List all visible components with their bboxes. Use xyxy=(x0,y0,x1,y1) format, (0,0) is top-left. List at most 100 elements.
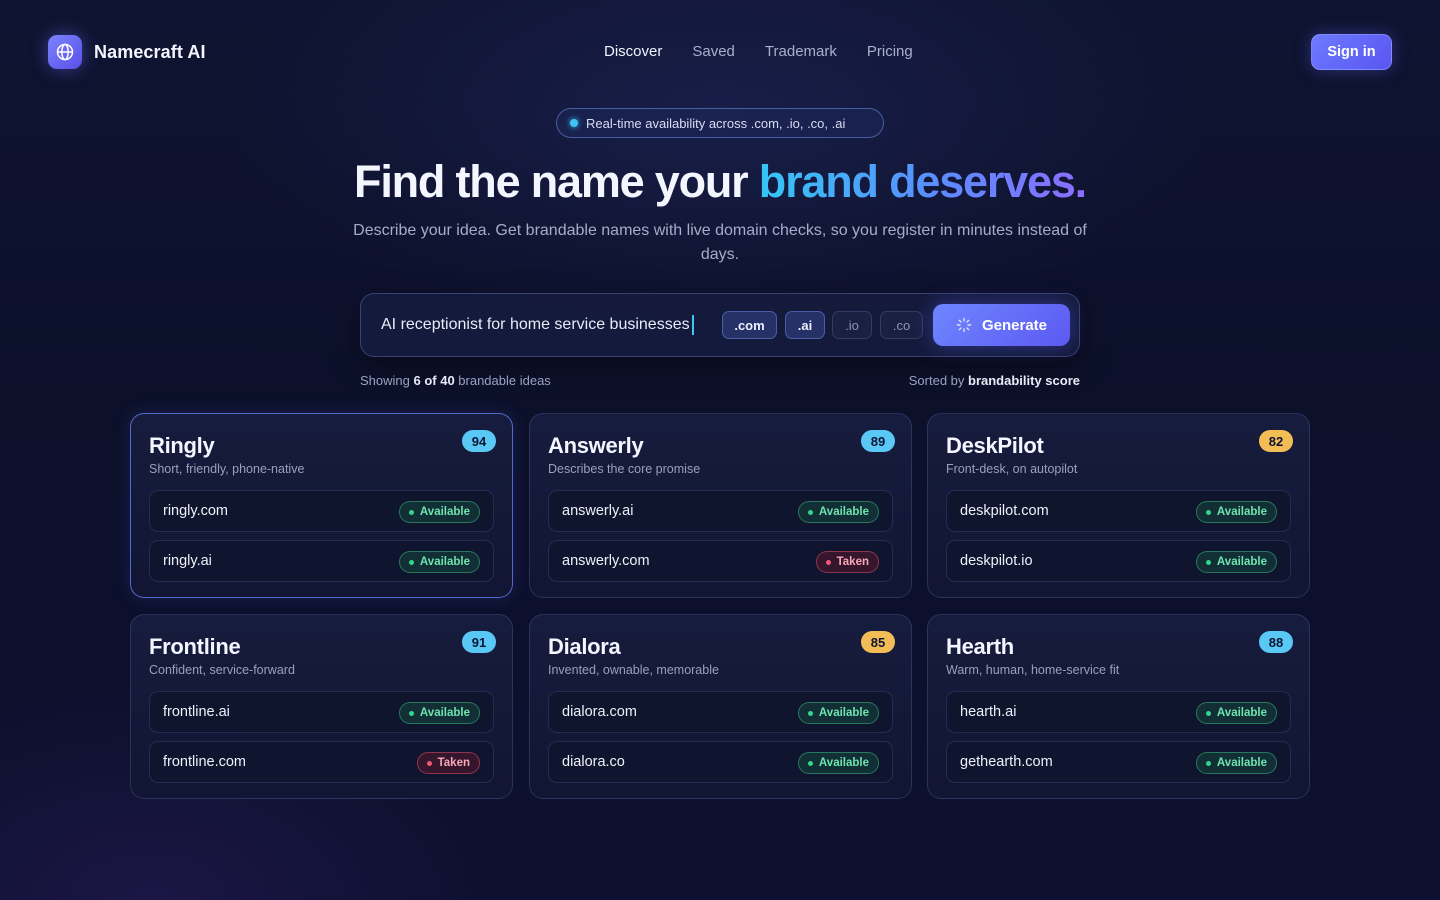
domain-row[interactable]: ringly.ai Available xyxy=(149,540,494,582)
status-label: Available xyxy=(818,707,869,719)
nav-pricing[interactable]: Pricing xyxy=(867,43,913,60)
domain-name: answerly.com xyxy=(562,553,650,569)
status-badge: Taken xyxy=(815,551,879,573)
name-card-answerly[interactable]: Answerly Describes the core promise 89 a… xyxy=(529,413,912,598)
tld-chip-ai[interactable]: .ai xyxy=(785,311,825,339)
sort-value: brandability score xyxy=(968,373,1080,388)
status-label: Available xyxy=(1216,757,1267,769)
status-badge: Available xyxy=(398,702,480,724)
card-description: Short, friendly, phone-native xyxy=(149,462,305,476)
domain-name: frontline.ai xyxy=(163,704,230,720)
domain-name: hearth.ai xyxy=(960,704,1017,720)
status-badge: Available xyxy=(797,702,879,724)
sign-in-button[interactable]: Sign in xyxy=(1311,34,1392,70)
status-dot-icon xyxy=(1205,509,1211,515)
tld-chip-com[interactable]: .com xyxy=(722,311,777,339)
card-description: Confident, service-forward xyxy=(149,663,295,677)
nav-discover[interactable]: Discover xyxy=(604,43,662,60)
status-label: Taken xyxy=(437,757,470,769)
domain-row[interactable]: gethearth.com Available xyxy=(946,741,1291,783)
status-dot-icon xyxy=(1205,559,1211,565)
status-dot-icon xyxy=(807,710,813,716)
name-card-ringly[interactable]: Ringly Short, friendly, phone-native 94 … xyxy=(130,413,513,598)
score-badge: 94 xyxy=(462,430,496,452)
status-label: Available xyxy=(419,707,470,719)
status-label: Available xyxy=(419,556,470,568)
domain-row[interactable]: dialora.com Available xyxy=(548,691,893,733)
status-dot-icon xyxy=(1205,710,1211,716)
status-dot-icon xyxy=(408,710,414,716)
card-name: Frontline xyxy=(149,634,241,659)
status-dot-icon xyxy=(807,509,813,515)
status-dot-icon xyxy=(408,559,414,565)
status-dot-icon xyxy=(1205,760,1211,766)
results-count-prefix: Showing xyxy=(360,373,414,388)
score-badge: 88 xyxy=(1259,631,1293,653)
card-name: Answerly xyxy=(548,433,644,458)
status-badge: Taken xyxy=(416,752,480,774)
domain-row[interactable]: deskpilot.io Available xyxy=(946,540,1291,582)
score-badge: 82 xyxy=(1259,430,1293,452)
sort-indicator[interactable]: Sorted by brandability score xyxy=(909,373,1080,388)
availability-pill: Real-time availability across .com, .io,… xyxy=(556,108,884,138)
domain-name: ringly.com xyxy=(163,503,228,519)
domain-name: answerly.ai xyxy=(562,503,634,519)
results-count-value: 6 of 40 xyxy=(413,373,455,388)
domain-name: frontline.com xyxy=(163,754,247,770)
domain-row[interactable]: answerly.com Taken xyxy=(548,540,893,582)
status-dot-icon xyxy=(807,760,813,766)
top-nav: Namecraft AI Discover Saved Trademark Pr… xyxy=(48,34,1392,70)
status-dot-icon xyxy=(825,559,831,565)
sparkle-icon xyxy=(956,317,972,333)
status-label: Available xyxy=(1216,556,1267,568)
name-card-dialora[interactable]: Dialora Invented, ownable, memorable 85 … xyxy=(529,614,912,799)
domain-row[interactable]: hearth.ai Available xyxy=(946,691,1291,733)
domain-name: dialora.co xyxy=(562,754,625,770)
status-badge: Available xyxy=(1195,551,1277,573)
domain-row[interactable]: deskpilot.com Available xyxy=(946,490,1291,532)
nav-saved[interactable]: Saved xyxy=(692,43,735,60)
name-card-deskpilot[interactable]: DeskPilot Front-desk, on autopilot 82 de… xyxy=(927,413,1310,598)
results-count-suffix: brandable ideas xyxy=(454,373,551,388)
live-dot-icon xyxy=(570,119,578,127)
idea-input-value: AI receptionist for home service busines… xyxy=(381,316,690,333)
availability-pill-text: Real-time availability across .com, .io,… xyxy=(586,115,846,131)
card-name: DeskPilot xyxy=(946,433,1044,458)
score-badge: 85 xyxy=(861,631,895,653)
status-badge: Available xyxy=(797,752,879,774)
card-description: Invented, ownable, memorable xyxy=(548,663,719,677)
tld-chip-co[interactable]: .co xyxy=(880,311,923,339)
card-name: Ringly xyxy=(149,433,215,458)
domain-row[interactable]: frontline.ai Available xyxy=(149,691,494,733)
tld-chip-io[interactable]: .io xyxy=(832,311,872,339)
name-card-hearth[interactable]: Hearth Warm, human, home-service fit 88 … xyxy=(927,614,1310,799)
domain-name: deskpilot.com xyxy=(960,503,1049,519)
domain-row[interactable]: answerly.ai Available xyxy=(548,490,893,532)
globe-icon xyxy=(48,35,82,69)
text-caret xyxy=(691,315,694,335)
generate-button[interactable]: Generate xyxy=(933,304,1070,346)
domain-row[interactable]: frontline.com Taken xyxy=(149,741,494,783)
status-badge: Available xyxy=(797,501,879,523)
idea-input[interactable]: AI receptionist for home service busines… xyxy=(381,315,694,335)
hero-title-accent: brand deserves. xyxy=(758,156,1087,207)
domain-name: deskpilot.io xyxy=(960,553,1033,569)
status-badge: Available xyxy=(398,501,480,523)
status-badge: Available xyxy=(1195,752,1277,774)
nav-trademark[interactable]: Trademark xyxy=(765,43,837,60)
status-label: Available xyxy=(419,506,470,518)
status-label: Available xyxy=(1216,707,1267,719)
status-label: Available xyxy=(1216,506,1267,518)
domain-row[interactable]: dialora.co Available xyxy=(548,741,893,783)
results-count: Showing 6 of 40 brandable ideas xyxy=(360,373,551,388)
brand-name: Namecraft AI xyxy=(94,41,206,62)
status-dot-icon xyxy=(426,760,432,766)
brand[interactable]: Namecraft AI xyxy=(48,35,206,69)
name-card-frontline[interactable]: Frontline Confident, service-forward 91 … xyxy=(130,614,513,799)
domain-name: dialora.com xyxy=(562,704,637,720)
hero-title-main: Find the name your xyxy=(354,156,759,207)
hero-title: Find the name your brand deserves. xyxy=(0,156,1440,208)
score-badge: 91 xyxy=(462,631,496,653)
card-description: Front-desk, on autopilot xyxy=(946,462,1078,476)
domain-row[interactable]: ringly.com Available xyxy=(149,490,494,532)
